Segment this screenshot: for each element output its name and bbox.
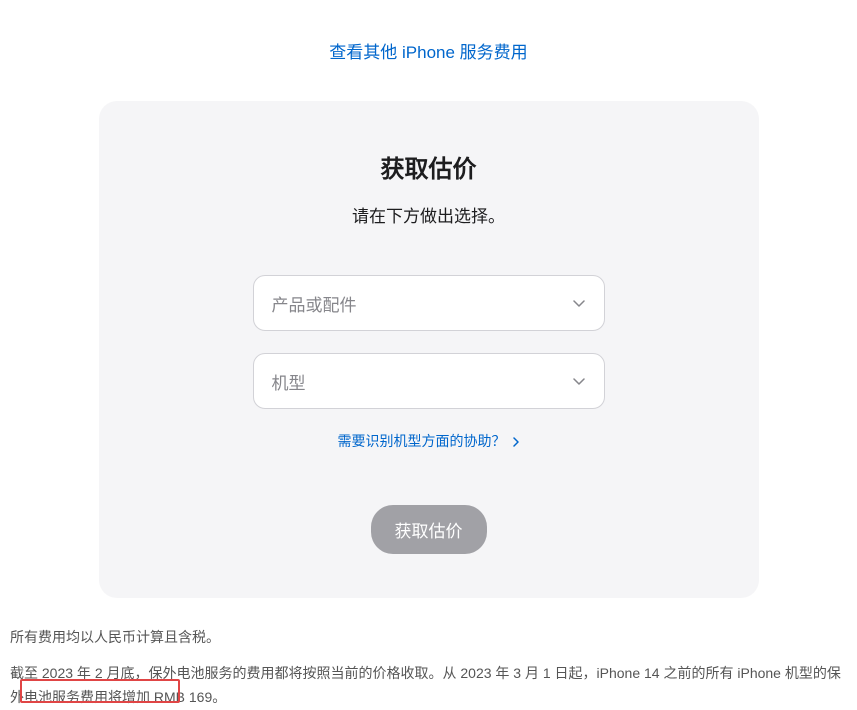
model-select-wrapper: 机型 <box>253 353 605 409</box>
footnote-tax: 所有费用均以人民币计算且含税。 <box>10 626 847 648</box>
model-select-placeholder: 机型 <box>272 369 306 394</box>
estimate-card: 获取估价 请在下方做出选择。 产品或配件 机型 需要识别机型方面的协助？ <box>99 101 759 598</box>
chevron-right-icon <box>513 434 519 450</box>
other-services-link[interactable]: 查看其他 iPhone 服务费用 <box>329 43 527 62</box>
model-select[interactable]: 机型 <box>253 353 605 409</box>
product-select-wrapper: 产品或配件 <box>253 275 605 331</box>
product-select-placeholder: 产品或配件 <box>272 291 357 316</box>
footnote-price-change-text: 截至 2023 年 2 月底，保外电池服务的费用都将按照当前的价格收取。从 20… <box>10 665 841 705</box>
card-subtitle: 请在下方做出选择。 <box>149 202 709 227</box>
identify-model-help-link[interactable]: 需要识别机型方面的协助？ <box>338 433 520 449</box>
get-estimate-button[interactable]: 获取估价 <box>371 505 487 554</box>
help-link-text: 需要识别机型方面的协助？ <box>338 433 506 449</box>
top-link-wrapper: 查看其他 iPhone 服务费用 <box>10 0 847 101</box>
chevron-down-icon <box>572 374 586 388</box>
product-select[interactable]: 产品或配件 <box>253 275 605 331</box>
help-link-wrapper: 需要识别机型方面的协助？ <box>149 431 709 451</box>
footnote-price-change: 截至 2023 年 2 月底，保外电池服务的费用都将按照当前的价格收取。从 20… <box>10 662 847 710</box>
card-title: 获取估价 <box>149 149 709 184</box>
button-wrapper: 获取估价 <box>149 505 709 554</box>
chevron-down-icon <box>572 296 586 310</box>
